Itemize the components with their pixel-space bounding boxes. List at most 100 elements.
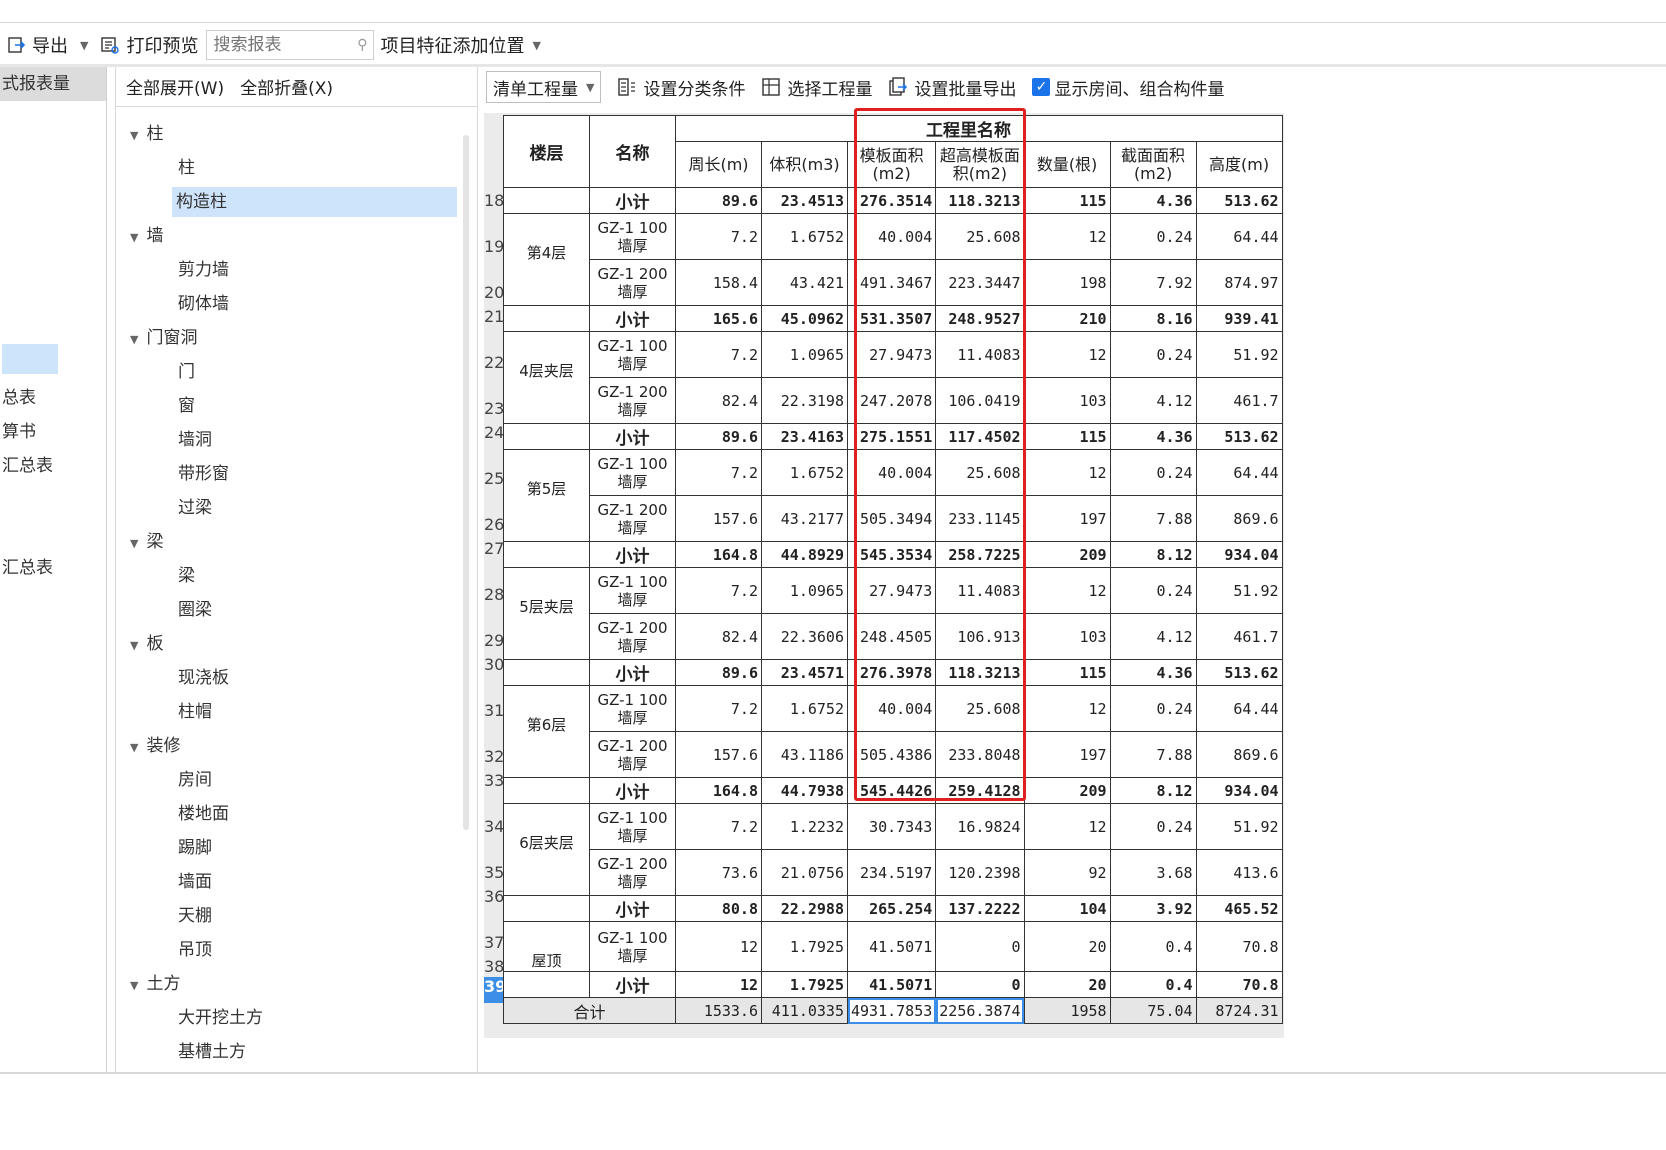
value-cell[interactable]: 30.7343 [846, 803, 937, 850]
value-cell[interactable]: 89.6 [675, 187, 762, 214]
report-list-item[interactable]: 总表 [2, 383, 36, 408]
value-cell[interactable]: 4.36 [1109, 423, 1197, 450]
value-cell[interactable]: 0.24 [1109, 803, 1197, 850]
tree-group-node[interactable]: ▼ 墙 [130, 221, 163, 251]
table-subtotal-row[interactable]: 小计 164.8 44.7938 545.4426 259.4128 209 8.12 934… [503, 777, 1283, 804]
value-cell[interactable]: 7.2 [675, 803, 762, 850]
value-cell[interactable]: 40.004 [846, 449, 937, 496]
value-cell[interactable]: 164.8 [675, 541, 762, 568]
value-cell[interactable]: 25.608 [935, 449, 1025, 496]
table-row[interactable]: GZ-1 200墙厚 157.6 43.1186 505.4386 233.8048 19… [504, 731, 1283, 778]
value-cell[interactable]: 874.97 [1195, 259, 1283, 306]
value-cell[interactable]: 25.608 [935, 213, 1025, 260]
value-cell[interactable]: 1.7925 [761, 921, 848, 972]
value-cell[interactable]: 513.62 [1195, 423, 1283, 450]
value-cell[interactable]: 103 [1023, 377, 1111, 424]
table-row[interactable]: 第4层 GZ-1 100墙厚 7.2 1.6752 40.004 25.608 12 0.24… [503, 213, 1283, 306]
value-cell[interactable]: 4.36 [1109, 187, 1197, 214]
row-number[interactable]: 26 [484, 515, 504, 535]
row-number[interactable]: 39 [484, 977, 506, 1003]
table-row[interactable]: 6层夹层 GZ-1 100墙厚 7.2 1.2232 30.7343 16.9824 12 0… [503, 803, 1283, 896]
value-cell[interactable]: 1.0965 [761, 567, 848, 614]
value-cell[interactable]: 248.4505 [846, 613, 937, 660]
value-cell[interactable]: 41.5071 [846, 971, 937, 998]
table-row[interactable]: 4层夹层 GZ-1 100墙厚 7.2 1.0965 27.9473 11.4083 12 0… [503, 331, 1283, 424]
value-cell[interactable]: 209 [1023, 777, 1111, 804]
tree-group-node[interactable]: ▼ 柱 [130, 119, 163, 149]
column-header[interactable]: 模板面积(m2) [846, 141, 937, 188]
value-cell[interactable]: 7.88 [1109, 495, 1197, 542]
value-cell[interactable]: 413.6 [1195, 849, 1283, 896]
value-cell[interactable]: 158.4 [675, 259, 762, 306]
value-cell[interactable]: 3.68 [1109, 849, 1197, 896]
report-search-box[interactable]: ⚲ [206, 30, 375, 60]
value-cell[interactable]: 23.4571 [761, 659, 848, 686]
table-subtotal-row[interactable]: 小计 89.6 23.4513 276.3514 118.3213 115 4.36 513.… [503, 187, 1283, 214]
tree-leaf-node[interactable]: 房间 [178, 765, 212, 795]
table-row[interactable]: GZ-1 200墙厚 158.4 43.421 491.3467 223.3447 198… [504, 259, 1283, 306]
report-list-item[interactable]: 汇总表 [2, 553, 53, 578]
expand-arrow-icon[interactable]: ▼ [130, 333, 138, 346]
expand-arrow-icon[interactable]: ▼ [130, 639, 138, 652]
value-cell[interactable]: 265.254 [846, 895, 937, 922]
value-cell[interactable]: 23.4513 [761, 187, 848, 214]
tree-leaf-node[interactable]: 基槽土方 [178, 1037, 246, 1067]
expand-arrow-icon[interactable]: ▼ [130, 979, 138, 992]
value-cell[interactable]: 234.5197 [846, 849, 937, 896]
value-cell[interactable]: 45.0962 [761, 305, 848, 332]
value-cell[interactable]: 3.92 [1109, 895, 1197, 922]
table-row[interactable]: GZ-1 200墙厚 82.4 22.3198 247.2078 106.0419 103… [504, 377, 1283, 424]
expand-arrow-icon[interactable]: ▼ [130, 741, 138, 754]
value-cell[interactable]: 118.3213 [935, 187, 1025, 214]
value-cell[interactable]: 22.3606 [761, 613, 848, 660]
value-cell[interactable]: 545.3534 [846, 541, 937, 568]
value-cell[interactable]: 120.2398 [935, 849, 1025, 896]
tree-leaf-node[interactable]: 现浇板 [178, 663, 229, 693]
value-cell[interactable]: 25.608 [935, 685, 1025, 732]
value-cell[interactable]: 0.24 [1109, 213, 1197, 260]
value-cell[interactable]: 276.3514 [846, 187, 937, 214]
value-cell[interactable]: 137.2222 [935, 895, 1025, 922]
value-cell[interactable]: 197 [1023, 495, 1111, 542]
value-cell[interactable]: 210 [1023, 305, 1111, 332]
tree-leaf-node[interactable]: 砌体墙 [178, 289, 229, 319]
value-cell[interactable]: 505.3494 [846, 495, 937, 542]
row-number[interactable]: 30 [484, 655, 504, 675]
expand-arrow-icon[interactable]: ▼ [130, 129, 138, 142]
value-cell[interactable]: 12 [675, 971, 762, 998]
value-cell[interactable]: 223.3447 [935, 259, 1025, 306]
tree-leaf-node[interactable]: 柱 [178, 153, 195, 183]
value-cell[interactable]: 22.2988 [761, 895, 848, 922]
value-cell[interactable]: 12 [675, 921, 762, 972]
report-search-input[interactable] [213, 35, 342, 55]
value-cell[interactable]: 491.3467 [846, 259, 937, 306]
value-cell[interactable]: 64.44 [1195, 213, 1283, 260]
row-number[interactable]: 19 [484, 237, 504, 257]
row-number[interactable]: 25 [484, 469, 504, 489]
value-cell[interactable]: 23.4163 [761, 423, 848, 450]
value-cell[interactable]: 103 [1023, 613, 1111, 660]
row-number[interactable]: 20 [484, 283, 504, 303]
row-number[interactable]: 29 [484, 631, 504, 651]
value-cell[interactable]: 44.7938 [761, 777, 848, 804]
value-cell[interactable]: 1.7925 [761, 971, 848, 998]
row-number[interactable]: 28 [484, 585, 504, 605]
column-header[interactable]: 截面面积(m2) [1109, 141, 1197, 188]
value-cell[interactable]: 12 [1023, 449, 1111, 496]
tree-leaf-node[interactable]: 窗 [178, 391, 195, 421]
value-cell[interactable]: 0.24 [1109, 449, 1197, 496]
value-cell[interactable]: 4.12 [1109, 613, 1197, 660]
table-total-row[interactable]: 合计 1533.6 411.0335 4931.7853 2256.3874 1958 75… [503, 997, 1283, 1024]
table-row[interactable]: GZ-1 200墙厚 157.6 43.2177 505.3494 233.1145 19… [504, 495, 1283, 542]
table-row[interactable]: 屋顶 GZ-1 100墙厚 12 1.7925 41.5071 0 20 0.4 70.8 [503, 921, 1283, 972]
value-cell[interactable]: 12 [1023, 331, 1111, 378]
value-cell[interactable]: 89.6 [675, 423, 762, 450]
value-cell[interactable]: 198 [1023, 259, 1111, 306]
table-row[interactable]: 第5层 GZ-1 100墙厚 7.2 1.6752 40.004 25.608 12 0.24… [503, 449, 1283, 542]
value-cell[interactable]: 157.6 [675, 495, 762, 542]
value-cell[interactable]: 40.004 [846, 685, 937, 732]
row-number[interactable]: 36 [484, 887, 504, 907]
select-quantity-button[interactable]: 选择工程量 [761, 75, 872, 100]
row-number[interactable]: 34 [484, 817, 504, 837]
value-cell[interactable]: 82.4 [675, 613, 762, 660]
